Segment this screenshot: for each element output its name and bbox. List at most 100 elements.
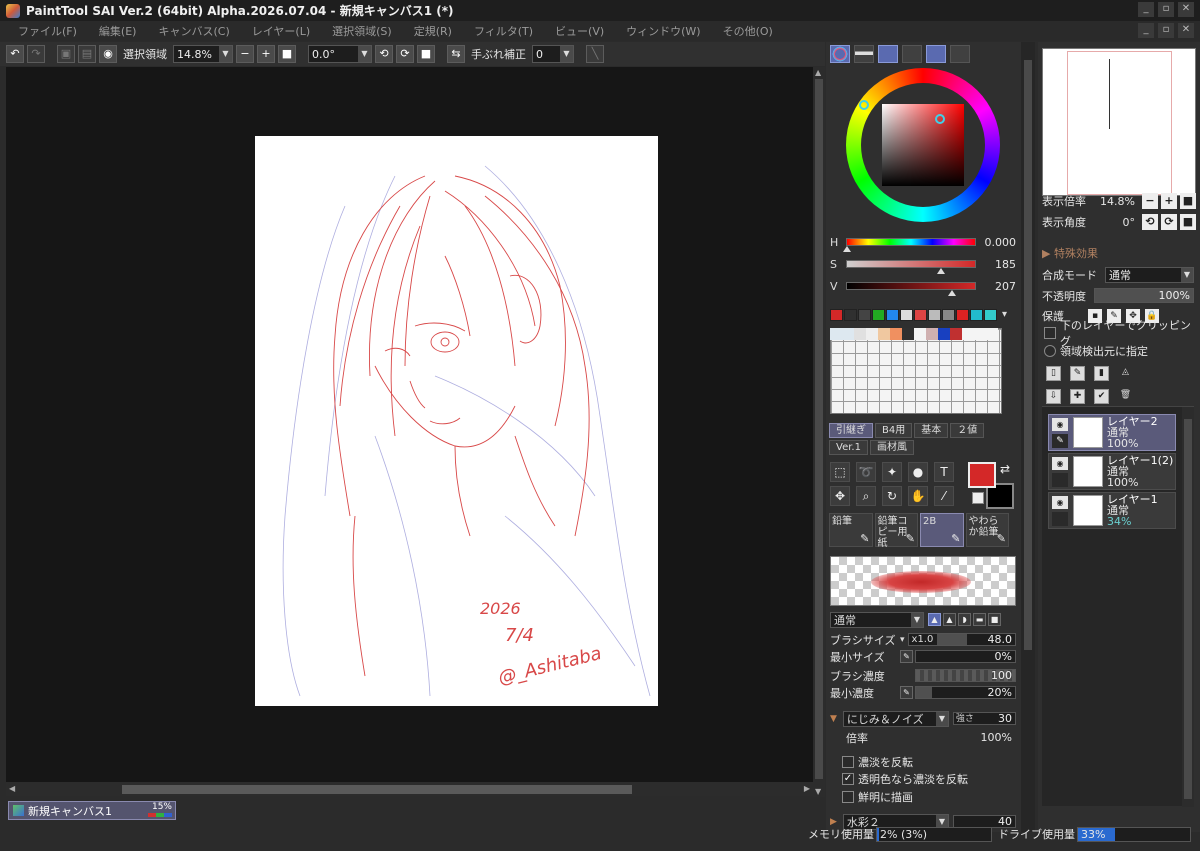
zoom-select[interactable]: 14.8% ▼ <box>173 45 233 63</box>
color-swatch[interactable] <box>956 309 969 321</box>
eyedropper-icon[interactable]: ⁄ <box>934 486 954 506</box>
canvas-horizontal-scrollbar[interactable]: ◀ ▶ <box>6 782 813 796</box>
effects-header[interactable]: ▶ 特殊効果 <box>1042 245 1098 261</box>
flip-horizontal-button[interactable]: ⇆ <box>447 45 465 63</box>
hsv-sliders-tab[interactable] <box>902 45 922 63</box>
color-swatch[interactable] <box>830 309 843 321</box>
palette-cell[interactable] <box>878 328 890 340</box>
color-swatch[interactable] <box>914 309 927 321</box>
texture-select[interactable]: にじみ＆ノイズ ▼ <box>842 710 949 727</box>
collapse-arrow-icon[interactable]: ▼ <box>830 714 837 724</box>
palette-cell[interactable] <box>842 328 854 340</box>
brush-shape-round-icon[interactable]: ▲ <box>943 613 956 626</box>
color-swatch[interactable] <box>872 309 885 321</box>
menu-selection[interactable]: 選択領域(S) <box>321 23 403 39</box>
scroll-thumb[interactable] <box>815 79 823 779</box>
rect-select-icon[interactable]: ⬚ <box>830 462 850 482</box>
texture-strength-slider[interactable]: 強さ 30 <box>952 712 1016 725</box>
invert-checkbox[interactable] <box>842 755 854 768</box>
eye-icon[interactable]: ◉ <box>1052 457 1068 470</box>
menu-file[interactable]: ファイル(F) <box>0 23 88 39</box>
rotate-left-button[interactable]: ⟲ <box>375 45 393 63</box>
menu-layer[interactable]: レイヤー(L) <box>241 23 321 39</box>
color-swatch[interactable] <box>900 309 913 321</box>
zoom-icon[interactable]: ⌕ <box>856 486 876 506</box>
rotate-right-button[interactable]: ⟳ <box>396 45 414 63</box>
layer-lock-slot[interactable] <box>1052 512 1068 526</box>
straight-line-button[interactable]: ╲ <box>586 45 604 63</box>
doc-minimize-button[interactable]: _ <box>1138 23 1154 38</box>
clipping-checkbox[interactable] <box>1044 326 1056 339</box>
zoom-reset-button[interactable]: ■ <box>278 45 296 63</box>
new-folder-icon[interactable]: ▮ <box>1094 366 1109 381</box>
color-wheel-tab[interactable] <box>830 45 850 63</box>
swatches-tab[interactable] <box>926 45 946 63</box>
value-slider-marker[interactable] <box>948 290 957 296</box>
brush-2b[interactable]: 2B ✎ <box>920 513 964 547</box>
document-tab[interactable]: 新規キャンバス1 15% <box>8 801 176 820</box>
rotation-reset-button[interactable]: ■ <box>417 45 435 63</box>
layer-mask-icon[interactable]: ◬ <box>1118 366 1133 381</box>
gradient-bar-tab[interactable] <box>854 45 874 63</box>
layer-item[interactable]: ◉ レイヤー1 通常 34% <box>1048 492 1176 529</box>
canvas-vertical-scrollbar[interactable]: ▲ ▼ <box>813 67 825 797</box>
hue-picker-ring[interactable] <box>859 100 869 110</box>
brush-size-slider[interactable]: x1.0 48.0 <box>907 633 1016 646</box>
pen-pressure-icon[interactable]: ✎ <box>900 686 913 699</box>
stabilizer-select[interactable]: 0 ▼ <box>532 45 574 63</box>
saturation-slider[interactable] <box>846 260 976 274</box>
palette-cell[interactable] <box>890 328 902 340</box>
brush-pencil-copy-paper[interactable]: 鉛筆コピー用紙 ✎ <box>874 513 918 549</box>
chevron-down-icon[interactable]: ▾ <box>1002 309 1007 321</box>
value-slider[interactable] <box>846 282 976 296</box>
invert-transparent-checkbox[interactable]: ✓ <box>842 772 854 785</box>
rotate-icon[interactable]: ↻ <box>882 486 902 506</box>
deselect-icon[interactable]: ▣ <box>57 45 75 63</box>
saturation-value-square[interactable] <box>882 104 964 186</box>
brush-pencil[interactable]: 鉛筆 ✎ <box>829 513 873 547</box>
menu-canvas[interactable]: キャンバス(C) <box>147 23 240 39</box>
navigator-rotate-left-button[interactable]: ⟲ <box>1142 214 1158 230</box>
saturation-slider-marker[interactable] <box>937 268 946 274</box>
foreground-color-swatch[interactable] <box>968 462 996 488</box>
brush-shape-sharp-icon[interactable]: ▲ <box>928 613 941 626</box>
layer-lock-slot[interactable] <box>1052 473 1068 487</box>
layer-list-scrollbar[interactable] <box>1182 407 1194 807</box>
invert-row[interactable]: 濃淡を反転 <box>842 754 913 769</box>
shape-icon[interactable]: ● <box>908 462 928 482</box>
color-wheel[interactable] <box>846 68 1000 222</box>
brush-soft-pencil[interactable]: やわらか鉛筆 ✎ <box>965 513 1009 547</box>
palette-cell[interactable] <box>830 328 842 340</box>
doc-restore-button[interactable]: ▫ <box>1158 23 1174 38</box>
selection-source-row[interactable]: 領域検出元に指定 <box>1044 343 1148 358</box>
brush-set-tab[interactable]: ２値 <box>950 423 985 438</box>
chevron-down-icon[interactable]: ▾ <box>900 635 905 645</box>
hue-slider[interactable] <box>843 238 976 252</box>
text-icon[interactable]: T <box>934 462 954 482</box>
scroll-down-icon[interactable]: ▼ <box>815 787 821 796</box>
palette-cell[interactable] <box>902 328 914 340</box>
palette-cell[interactable] <box>926 328 938 340</box>
rgb-sliders-tab[interactable] <box>878 45 898 63</box>
doc-close-button[interactable]: ✕ <box>1178 23 1194 38</box>
sv-picker-ring[interactable] <box>935 114 945 124</box>
apply-mask-icon[interactable]: ✔ <box>1094 389 1109 404</box>
selection-source-radio[interactable] <box>1044 344 1056 357</box>
opacity-slider[interactable]: 100% <box>1094 288 1194 303</box>
menu-other[interactable]: その他(O) <box>712 23 784 39</box>
pen-pressure-icon[interactable]: ✎ <box>900 650 913 663</box>
color-swatch[interactable] <box>970 309 983 321</box>
invert-selection-icon[interactable]: ▤ <box>78 45 96 63</box>
scroll-thumb[interactable] <box>122 785 632 794</box>
reset-colors-icon[interactable] <box>972 492 984 504</box>
tool-panel-scrollbar[interactable] <box>1021 42 1035 832</box>
clipping-row[interactable]: 下のレイヤーでクリッピング <box>1044 319 1200 348</box>
navigator-zoom-in-button[interactable]: + <box>1161 193 1177 209</box>
brush-density-slider[interactable]: 100 <box>915 669 1016 682</box>
color-swatch[interactable] <box>858 309 871 321</box>
lasso-icon[interactable]: ➰ <box>856 462 876 482</box>
vivid-row[interactable]: 鮮明に描画 <box>842 789 913 804</box>
layer-item[interactable]: ◉ ✎ レイヤー2 通常 100% <box>1048 414 1176 451</box>
blend-mode-select[interactable]: 通常 ▼ <box>1105 266 1194 283</box>
maximize-button[interactable]: ▫ <box>1158 2 1174 17</box>
